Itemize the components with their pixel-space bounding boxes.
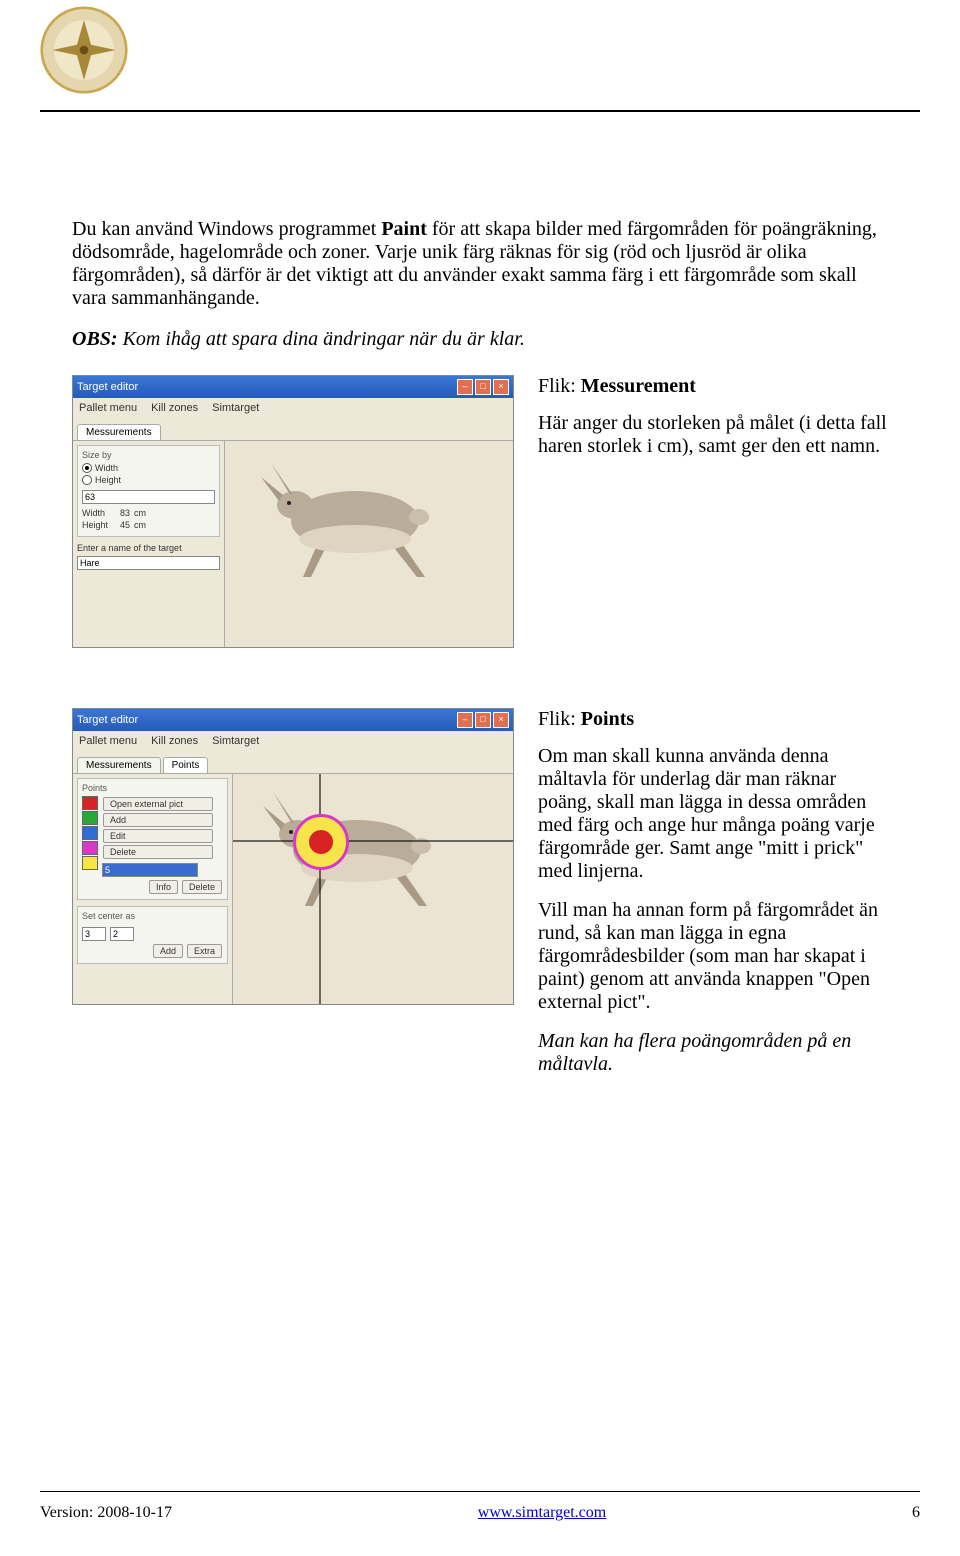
- crosshair-horizontal[interactable]: [233, 840, 513, 842]
- footer-divider: [40, 1491, 920, 1492]
- points-desc-2: Vill man ha annan form på färgområdet än…: [538, 899, 892, 1014]
- intro-paragraph: Du kan använd Windows programmet Paint f…: [72, 218, 892, 310]
- minimize-icon[interactable]: –: [457, 379, 473, 395]
- canvas-area-points: [233, 774, 513, 1004]
- paint-word: Paint: [381, 218, 427, 240]
- add-button-2[interactable]: Add: [153, 944, 183, 958]
- menu-item[interactable]: Pallet menu: [79, 402, 137, 414]
- target-name-input[interactable]: [77, 556, 220, 570]
- size-input[interactable]: [82, 490, 215, 504]
- footer: Version: 2008-10-17 www.simtarget.com 6: [40, 1504, 920, 1522]
- menu-item[interactable]: Simtarget: [212, 735, 259, 747]
- footer-url[interactable]: www.simtarget.com: [478, 1504, 606, 1522]
- radio-width[interactable]: Width: [82, 463, 215, 473]
- flik-label: Flik:: [538, 375, 581, 397]
- radio-height[interactable]: Height: [82, 475, 215, 485]
- flik-name: Points: [581, 708, 634, 730]
- version-text: Version: 2008-10-17: [40, 1504, 172, 1522]
- menu-item[interactable]: Kill zones: [151, 402, 198, 414]
- width-value: 83: [120, 508, 130, 518]
- maximize-icon[interactable]: □: [475, 712, 491, 728]
- flik-name: Messurement: [581, 375, 696, 397]
- minimize-icon[interactable]: –: [457, 712, 473, 728]
- size-by-title: Size by: [82, 450, 215, 460]
- measurement-row: Target editor – □ × Pallet menu Kill zon…: [72, 375, 892, 648]
- window-title: Target editor: [77, 381, 138, 393]
- screenshot-points: Target editor – □ × Pallet menu Kill zon…: [72, 708, 514, 1092]
- close-icon[interactable]: ×: [493, 712, 509, 728]
- tab-measurements[interactable]: Messurements: [77, 757, 161, 773]
- window-title: Target editor: [77, 714, 138, 726]
- set-center-title: Set center as: [82, 911, 223, 921]
- intro-text-pre: Du kan använd Windows programmet: [72, 218, 381, 240]
- panel-title: Points: [82, 783, 223, 793]
- points-desc-3: Man kan ha flera poängområden på en målt…: [538, 1030, 892, 1076]
- obs-label: OBS:: [72, 328, 118, 350]
- screenshot-measurement: Target editor – □ × Pallet menu Kill zon…: [72, 375, 514, 648]
- name-prompt: Enter a name of the target: [77, 543, 220, 553]
- hare-icon: [253, 459, 453, 579]
- side-panel: Size by Width Height Width 83 cm: [73, 441, 225, 647]
- menu-item[interactable]: Simtarget: [212, 402, 259, 414]
- hare-icon: [255, 788, 455, 908]
- measurement-description: Flik: Messurement Här anger du storleken…: [538, 375, 892, 648]
- points-row: Target editor – □ × Pallet menu Kill zon…: [72, 708, 892, 1092]
- header-divider: [40, 110, 920, 112]
- maximize-icon[interactable]: □: [475, 379, 491, 395]
- height-label: Height: [82, 520, 116, 530]
- tabstrip: Messurements: [73, 418, 513, 441]
- extra-button[interactable]: Extra: [187, 944, 222, 958]
- titlebar: Target editor – □ ×: [73, 376, 513, 398]
- brand-logo: [40, 6, 128, 94]
- width-label: Width: [82, 508, 116, 518]
- crosshair-vertical[interactable]: [319, 774, 321, 1004]
- flik-label: Flik:: [538, 708, 581, 730]
- titlebar: Target editor – □ ×: [73, 709, 513, 731]
- info-button[interactable]: Info: [149, 880, 178, 894]
- canvas-area: [225, 441, 513, 647]
- points-desc-1: Om man skall kunna använda denna måltavl…: [538, 745, 892, 883]
- list-value[interactable]: [102, 863, 198, 877]
- color-swatch[interactable]: [82, 811, 98, 825]
- side-panel-points: Points: [73, 774, 233, 1004]
- measurement-desc: Här anger du storleken på målet (i detta…: [538, 412, 892, 458]
- menu-item[interactable]: Pallet menu: [79, 735, 137, 747]
- color-swatch[interactable]: [82, 796, 98, 810]
- height-value: 45: [120, 520, 130, 530]
- color-swatch[interactable]: [82, 826, 98, 840]
- delete-button-2[interactable]: Delete: [182, 880, 222, 894]
- menu-item[interactable]: Kill zones: [151, 735, 198, 747]
- color-swatch[interactable]: [82, 841, 98, 855]
- spin-x[interactable]: [82, 927, 106, 941]
- page-number: 6: [912, 1504, 920, 1522]
- obs-note: OBS: Kom ihåg att spara dina ändringar n…: [72, 328, 892, 351]
- width-unit: cm: [134, 508, 146, 518]
- menubar: Pallet menu Kill zones Simtarget: [73, 398, 513, 418]
- obs-text: Kom ihåg att spara dina ändringar när du…: [118, 328, 525, 350]
- menubar: Pallet menu Kill zones Simtarget: [73, 731, 513, 751]
- open-external-button[interactable]: Open external pict: [103, 797, 213, 811]
- tab-points[interactable]: Points: [163, 757, 209, 773]
- add-button[interactable]: Add: [103, 813, 213, 827]
- close-icon[interactable]: ×: [493, 379, 509, 395]
- target-ring-inner[interactable]: [309, 830, 333, 854]
- color-swatch[interactable]: [82, 856, 98, 870]
- spin-y[interactable]: [110, 927, 134, 941]
- delete-button[interactable]: Delete: [103, 845, 213, 859]
- points-description: Flik: Points Om man skall kunna använda …: [538, 708, 892, 1092]
- edit-button[interactable]: Edit: [103, 829, 213, 843]
- tab-measurements[interactable]: Messurements: [77, 424, 161, 440]
- height-unit: cm: [134, 520, 146, 530]
- tabstrip: Messurements Points: [73, 751, 513, 774]
